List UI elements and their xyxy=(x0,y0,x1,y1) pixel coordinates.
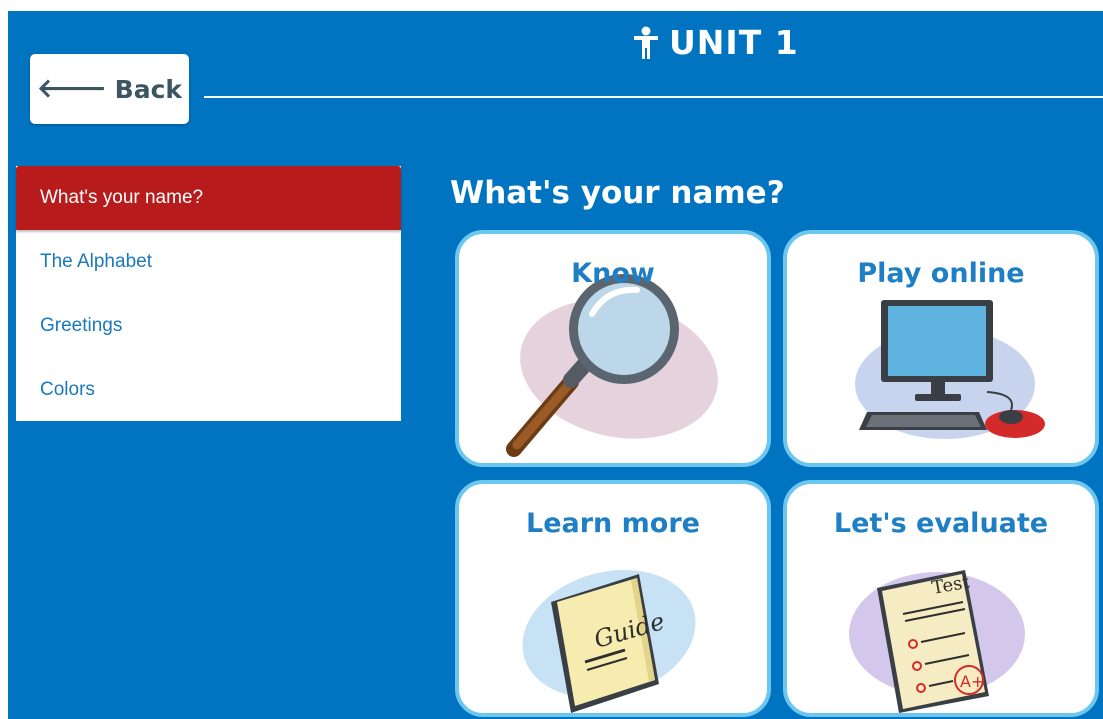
page-title: UNIT 1 xyxy=(633,23,799,62)
unit-title-text: UNIT 1 xyxy=(669,23,799,62)
sidebar-item-label: Greetings xyxy=(40,315,123,336)
grade-label: A+ xyxy=(960,672,984,691)
person-icon xyxy=(634,26,658,59)
play-online-card[interactable]: Play online xyxy=(783,230,1099,467)
sidebar-item-greetings[interactable]: Greetings xyxy=(16,294,401,358)
sidebar-item-label: The Alphabet xyxy=(40,251,152,272)
header-divider xyxy=(204,96,1103,98)
sidebar-item-colors[interactable]: Colors xyxy=(16,358,401,422)
section-title: What's your name? xyxy=(450,175,785,211)
back-button[interactable]: 🡐 Back xyxy=(30,54,189,124)
card-label: Learn more xyxy=(526,508,700,539)
sidebar-item-whats-your-name[interactable]: What's your name? xyxy=(16,166,401,230)
app-screen: 🡐 Back UNIT 1 What's your name? The Alph… xyxy=(8,11,1103,719)
card-label: Play online xyxy=(857,258,1025,289)
lets-evaluate-card[interactable]: Test A+ Let's evaluate xyxy=(783,480,1099,717)
arrow-left-icon: 🡐 xyxy=(36,74,107,104)
learn-more-card[interactable]: Guide Learn more xyxy=(455,480,771,717)
know-card[interactable]: Know xyxy=(455,230,771,467)
card-label: Know xyxy=(571,258,655,289)
card-label: Let's evaluate xyxy=(833,508,1049,539)
back-button-label: Back xyxy=(114,74,183,104)
sidebar-item-label: Colors xyxy=(40,379,95,400)
sidebar-item-label: What's your name? xyxy=(40,187,204,208)
sidebar-item-the-alphabet[interactable]: The Alphabet xyxy=(16,230,401,294)
sidebar: What's your name? The Alphabet Greetings… xyxy=(16,166,401,421)
